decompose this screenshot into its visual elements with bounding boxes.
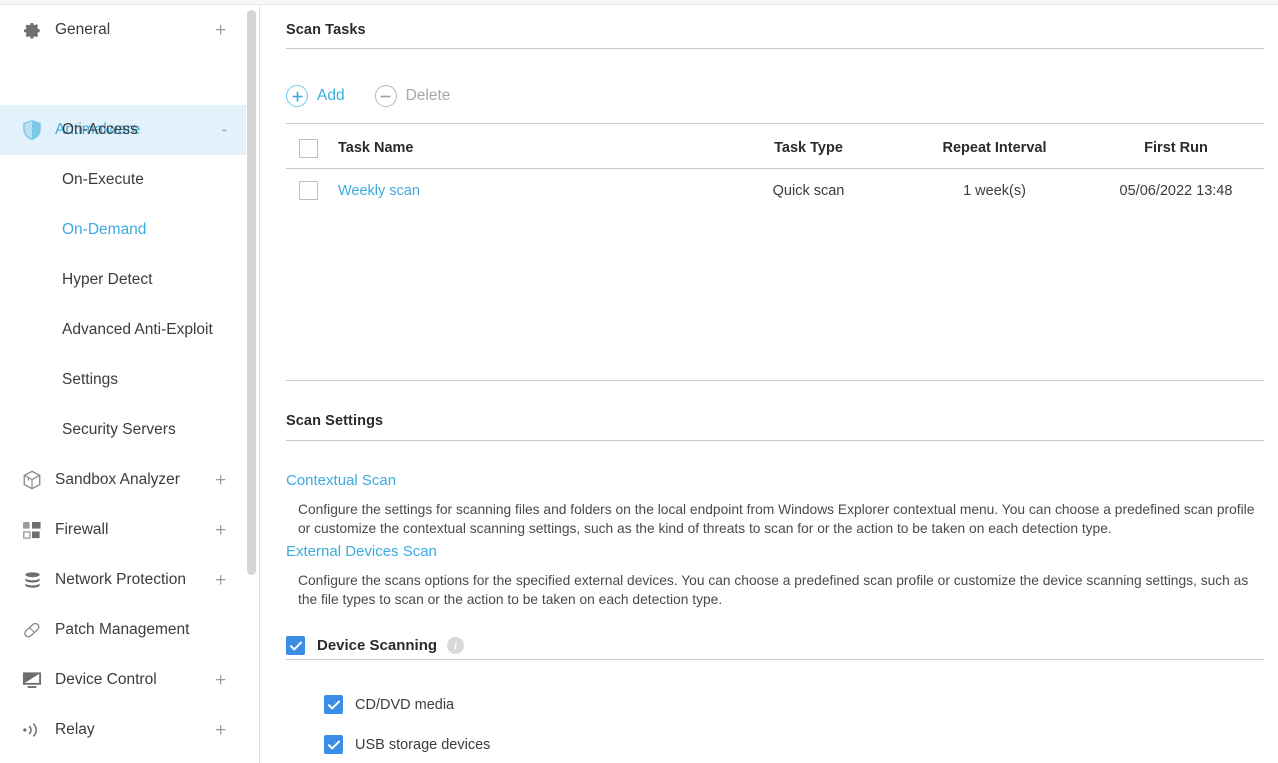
sidebar-item-label: On-Demand (62, 221, 147, 238)
sidebar-item-label: On-Access (62, 121, 138, 138)
sidebar-item-label: Firewall (55, 521, 109, 538)
sidebar-item-label: General (55, 21, 111, 38)
contextual-scan-description: Configure the settings for scanning file… (298, 502, 1255, 536)
task-type-cell: Quick scan (772, 182, 845, 199)
option-cd-dvd-media[interactable]: CD/DVD media (324, 695, 454, 714)
device-scanning-rule (286, 659, 1264, 660)
sidebar-item-settings[interactable]: Settings (0, 355, 247, 405)
expand-toggle-firewall[interactable]: + (214, 522, 227, 538)
cube-icon (21, 469, 43, 491)
sidebar: General + Antimalware - On-Access On-Exe… (0, 5, 247, 763)
sidebar-item-label: Relay (55, 721, 95, 738)
network-stack-icon (21, 569, 43, 591)
table-row: Weekly scan Quick scan 1 week(s) 05/06/2… (286, 169, 1264, 212)
select-all-cell (286, 138, 338, 158)
scan-tasks-title: Scan Tasks (286, 22, 366, 38)
select-all-checkbox[interactable] (299, 138, 318, 158)
expand-toggle-relay[interactable]: + (214, 722, 227, 738)
repeat-interval-cell: 1 week(s) (963, 182, 1026, 199)
sidebar-item-label: Advanced Anti-Exploit (62, 321, 213, 338)
sidebar-item-security-servers[interactable]: Security Servers (0, 405, 247, 455)
main-content: Scan Tasks Add Delete Task Name Task Typ… (260, 5, 1278, 763)
scan-tasks-title-rule (286, 48, 1264, 49)
sidebar-item-general[interactable]: General + (0, 5, 247, 55)
gear-icon (21, 19, 43, 41)
sidebar-item-firewall[interactable]: Firewall + (0, 505, 247, 555)
sidebar-item-label: Settings (62, 371, 119, 388)
expand-toggle-sandbox-analyzer[interactable]: + (214, 472, 227, 488)
column-header-task-type[interactable]: Task Type (716, 140, 901, 156)
firewall-icon (21, 519, 43, 541)
sidebar-item-advanced-anti-exploit[interactable]: Advanced Anti-Exploit (0, 305, 247, 355)
toolbar-bottom-rule (286, 123, 1264, 124)
sidebar-scrollbar-thumb[interactable] (247, 10, 256, 575)
info-icon[interactable]: i (447, 637, 465, 654)
sidebar-item-label: Device Control (55, 671, 157, 688)
broadcast-icon (21, 719, 43, 741)
sidebar-item-label: Hyper Detect (62, 271, 153, 288)
sidebar-item-label: Sandbox Analyzer (55, 471, 180, 488)
scan-settings-title-rule (286, 440, 1264, 441)
sidebar-item-device-control[interactable]: Device Control + (0, 655, 247, 705)
column-header-first-run[interactable]: First Run (1088, 140, 1264, 156)
sidebar-item-label: Security Servers (62, 421, 176, 438)
minus-circle-icon (374, 85, 397, 107)
table-header-row: Task Name Task Type Repeat Interval Firs… (286, 128, 1264, 168)
sidebar-item-label: Patch Management (55, 621, 190, 638)
monitor-icon (21, 669, 43, 691)
task-name-cell: Weekly scan (338, 182, 716, 200)
cd-dvd-media-label: CD/DVD media (355, 696, 455, 713)
expand-toggle-device-control[interactable]: + (214, 672, 227, 688)
app-root: General + Antimalware - On-Access On-Exe… (0, 0, 1278, 763)
sidebar-item-on-demand[interactable]: On-Demand (0, 205, 247, 255)
device-scanning-checkbox[interactable] (286, 636, 305, 655)
external-devices-scan-link[interactable]: External Devices Scan (286, 543, 437, 560)
sidebar-item-sandbox-analyzer[interactable]: Sandbox Analyzer + (0, 455, 247, 505)
sidebar-item-label: On-Execute (62, 171, 144, 188)
sidebar-item-hyper-detect[interactable]: Hyper Detect (0, 255, 247, 305)
sidebar-item-label: Network Protection (55, 571, 186, 588)
sidebar-item-on-access[interactable]: On-Access (0, 105, 247, 155)
scan-tasks-bottom-rule (286, 380, 1264, 381)
device-scanning-row: Device Scanning i (286, 636, 465, 655)
option-usb-storage-devices[interactable]: USB storage devices (324, 735, 490, 754)
expand-toggle-network-protection[interactable]: + (214, 572, 227, 588)
plus-circle-icon (286, 85, 308, 107)
first-run-cell: 05/06/2022 13:48 (1119, 182, 1233, 199)
scan-tasks-table: Task Name Task Type Repeat Interval Firs… (286, 128, 1264, 212)
sidebar-item-patch-management[interactable]: Patch Management (0, 605, 247, 655)
device-scanning-label: Device Scanning (317, 637, 438, 654)
expand-toggle-general[interactable]: + (214, 22, 227, 38)
scan-settings-title: Scan Settings (286, 413, 384, 429)
add-button-label: Add (317, 87, 345, 104)
external-devices-scan-description: Configure the scans options for the spec… (298, 573, 1249, 607)
sidebar-item-on-execute[interactable]: On-Execute (0, 155, 247, 205)
add-button[interactable]: Add (286, 85, 345, 107)
bandage-icon (21, 619, 43, 641)
delete-button-label: Delete (405, 87, 451, 104)
row-select-cell (286, 181, 338, 200)
scan-tasks-toolbar: Add Delete (286, 85, 480, 107)
task-name-link[interactable]: Weekly scan (338, 183, 420, 199)
contextual-scan-link[interactable]: Contextual Scan (286, 472, 396, 489)
row-select-checkbox[interactable] (299, 181, 318, 200)
cd-dvd-media-checkbox[interactable] (324, 695, 343, 714)
delete-button[interactable]: Delete (374, 85, 451, 107)
usb-storage-devices-checkbox[interactable] (324, 735, 343, 754)
column-header-repeat-interval[interactable]: Repeat Interval (901, 140, 1088, 156)
column-header-task-name[interactable]: Task Name (338, 140, 716, 156)
sidebar-item-relay[interactable]: Relay + (0, 705, 247, 755)
usb-storage-devices-label: USB storage devices (355, 736, 491, 753)
sidebar-item-network-protection[interactable]: Network Protection + (0, 555, 247, 605)
